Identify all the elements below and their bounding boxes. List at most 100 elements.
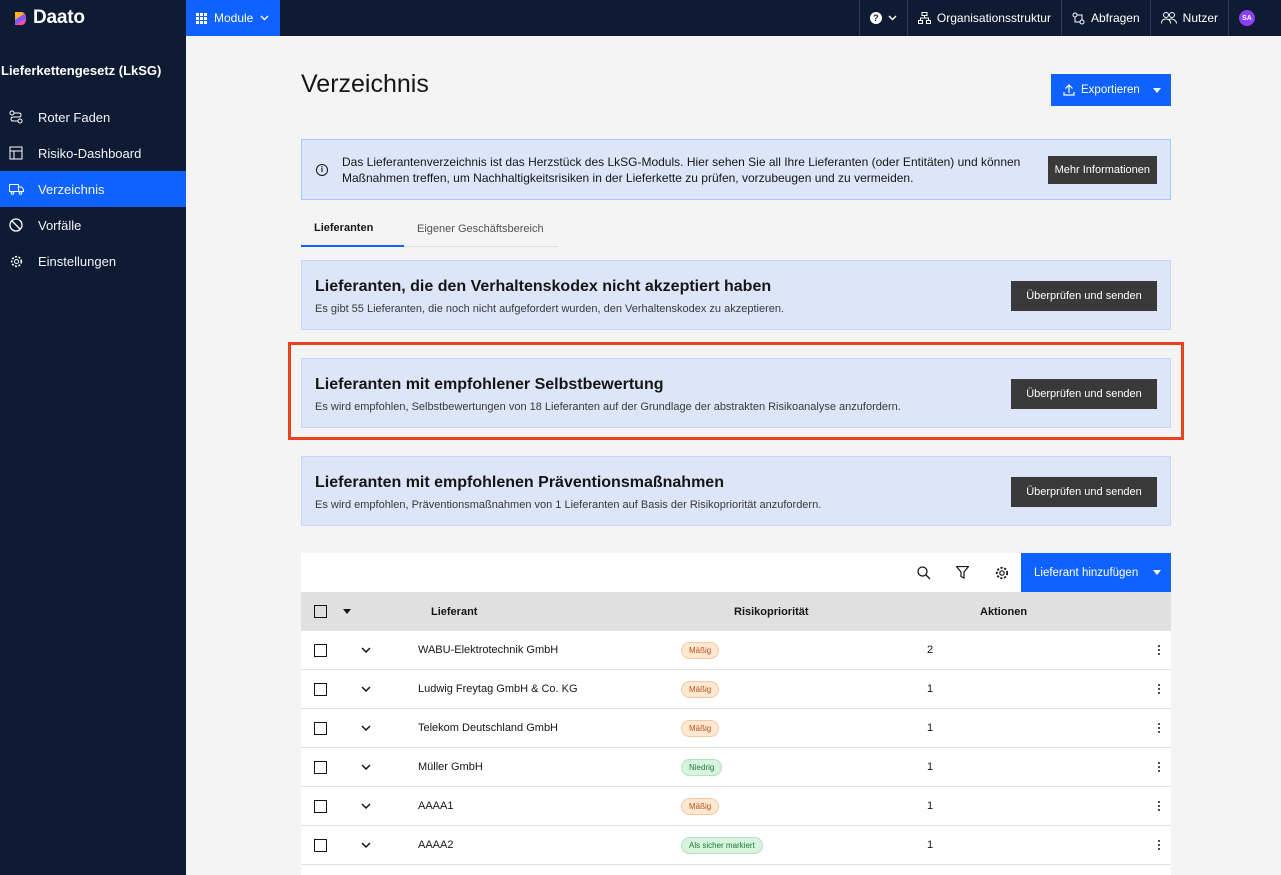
supplier-name[interactable]: Ludwig Freytag GmbH & Co. KG bbox=[392, 683, 681, 695]
sidebar-item-risiko-dashboard[interactable]: Risiko-Dashboard bbox=[0, 135, 186, 171]
card-title: Lieferanten mit empfohlener Selbstbewert… bbox=[315, 376, 664, 393]
dashboard-icon bbox=[8, 145, 24, 161]
sidebar-item-verzeichnis[interactable]: Verzeichnis bbox=[0, 171, 186, 207]
row-expand-toggle[interactable] bbox=[340, 686, 392, 692]
recommendation-card-prevention: Lieferanten mit empfohlenen Präventionsm… bbox=[301, 456, 1171, 526]
users-button[interactable]: Nutzer bbox=[1149, 0, 1228, 36]
row-expand-toggle[interactable] bbox=[340, 842, 392, 848]
supplier-name[interactable]: Müller GmbH bbox=[392, 761, 681, 773]
export-label: Exportieren bbox=[1081, 84, 1140, 96]
sidebar-title: Lieferkettengesetz (LkSG) bbox=[1, 63, 162, 78]
supplier-name[interactable]: AAAA1 bbox=[392, 800, 681, 812]
overflow-menu-icon bbox=[1158, 840, 1160, 850]
review-and-send-button[interactable]: Überprüfen und senden bbox=[1011, 379, 1157, 409]
org-chart-icon bbox=[917, 12, 931, 24]
row-checkbox[interactable] bbox=[314, 838, 327, 852]
info-icon: i bbox=[316, 163, 328, 176]
brand[interactable]: Daato bbox=[0, 0, 186, 36]
column-header-supplier[interactable]: Lieferant bbox=[367, 606, 734, 618]
table-row[interactable]: AAAA2 Als sicher markiert 1 bbox=[301, 826, 1171, 865]
user-avatar-button[interactable]: SA bbox=[1228, 0, 1281, 36]
table-row[interactable]: Ludwig Freytag GmbH & Co. KG Mäßig 1 bbox=[301, 670, 1171, 709]
chevron-down-icon bbox=[888, 15, 897, 21]
recommendation-card-code-of-conduct: Lieferanten, die den Verhaltenskodex nic… bbox=[301, 260, 1171, 330]
table-row[interactable]: Telekom Deutschland GmbH Mäßig 1 bbox=[301, 709, 1171, 748]
review-and-send-button[interactable]: Überprüfen und senden bbox=[1011, 477, 1157, 507]
risk-badge: Als sicher markiert bbox=[681, 836, 763, 854]
org-structure-button[interactable]: Organisationsstruktur bbox=[906, 0, 1061, 36]
sidebar-item-label: Roter Faden bbox=[38, 109, 111, 125]
supplier-table: Lieferant hinzufügen Lieferant Risikopri… bbox=[301, 553, 1171, 875]
requests-button[interactable]: Abfragen bbox=[1060, 0, 1150, 36]
sidebar-item-label: Einstellungen bbox=[38, 253, 117, 269]
upload-icon bbox=[1063, 84, 1075, 96]
actions-count: 2 bbox=[927, 644, 934, 656]
settings-button[interactable] bbox=[982, 553, 1021, 592]
risk-badge: Mäßig bbox=[681, 641, 720, 659]
row-checkbox[interactable] bbox=[314, 760, 327, 774]
row-overflow-menu[interactable] bbox=[1147, 645, 1171, 655]
filter-icon bbox=[956, 566, 969, 579]
search-button[interactable] bbox=[904, 553, 943, 592]
main-content: Verzeichnis Exportieren i Das Lieferante… bbox=[186, 36, 1281, 875]
actions-count: 1 bbox=[927, 683, 934, 695]
tab-lieferanten[interactable]: Lieferanten bbox=[301, 211, 404, 247]
column-header-risk[interactable]: Risikopriorität bbox=[734, 606, 980, 618]
actions-count: 1 bbox=[927, 722, 934, 734]
caret-down-icon bbox=[1153, 87, 1161, 93]
gear-icon bbox=[995, 566, 1008, 579]
row-checkbox[interactable] bbox=[314, 682, 327, 696]
supplier-name[interactable]: Telekom Deutschland GmbH bbox=[392, 722, 681, 734]
chevron-down-icon bbox=[361, 842, 371, 848]
help-menu-button[interactable]: ? bbox=[858, 0, 907, 36]
top-navigation-bar: Daato Module ? Organisationsstruktur Abf… bbox=[0, 0, 1281, 36]
requests-icon bbox=[1072, 12, 1085, 24]
row-overflow-menu[interactable] bbox=[1147, 723, 1171, 733]
select-all-checkbox[interactable] bbox=[314, 605, 327, 618]
row-checkbox[interactable] bbox=[314, 799, 327, 813]
overflow-menu-icon bbox=[1158, 801, 1160, 811]
table-row[interactable]: WABU-Elektrotechnik GmbH Mäßig 2 bbox=[301, 631, 1171, 670]
row-expand-toggle[interactable] bbox=[340, 647, 392, 653]
chevron-down-icon bbox=[260, 15, 269, 21]
sidebar: Lieferkettengesetz (LkSG) Roter Faden Ri… bbox=[0, 36, 186, 875]
module-label: Module bbox=[214, 11, 254, 25]
table-row[interactable]: AAAA1 Mäßig 1 bbox=[301, 787, 1171, 826]
export-button[interactable]: Exportieren bbox=[1051, 74, 1171, 106]
expand-all-toggle[interactable] bbox=[327, 609, 367, 614]
more-information-button[interactable]: Mehr Informationen bbox=[1047, 155, 1157, 184]
truck-icon bbox=[8, 181, 24, 197]
module-switcher-button[interactable]: Module bbox=[186, 0, 281, 36]
row-overflow-menu[interactable] bbox=[1147, 801, 1171, 811]
sidebar-item-vorfaelle[interactable]: Vorfälle bbox=[0, 207, 186, 243]
row-expand-toggle[interactable] bbox=[340, 803, 392, 809]
row-overflow-menu[interactable] bbox=[1147, 684, 1171, 694]
card-subtitle: Es gibt 55 Lieferanten, die noch nicht a… bbox=[315, 303, 785, 315]
supplier-name[interactable]: WABU-Elektrotechnik GmbH bbox=[392, 644, 681, 656]
search-icon bbox=[916, 565, 930, 579]
row-checkbox[interactable] bbox=[314, 643, 327, 657]
row-overflow-menu[interactable] bbox=[1147, 840, 1171, 850]
app-grid-icon bbox=[196, 12, 207, 24]
recommendation-card-self-assessment: Lieferanten mit empfohlener Selbstbewert… bbox=[301, 358, 1171, 428]
add-supplier-button[interactable]: Lieferant hinzufügen bbox=[1021, 553, 1171, 592]
tab-eigener-geschaeftsbereich[interactable]: Eigener Geschäftsbereich bbox=[404, 211, 558, 247]
row-checkbox[interactable] bbox=[314, 721, 327, 735]
route-icon bbox=[8, 109, 24, 125]
avatar: SA bbox=[1239, 10, 1255, 26]
chevron-down-icon bbox=[361, 647, 371, 653]
filter-button[interactable] bbox=[943, 553, 982, 592]
row-expand-toggle[interactable] bbox=[340, 764, 392, 770]
chevron-down-icon bbox=[361, 803, 371, 809]
row-overflow-menu[interactable] bbox=[1147, 762, 1171, 772]
supplier-name[interactable]: AAAA2 bbox=[392, 839, 681, 851]
actions-count: 1 bbox=[927, 761, 934, 773]
sidebar-item-label: Risiko-Dashboard bbox=[38, 145, 142, 161]
table-row[interactable]: Müller GmbH Niedrig 1 bbox=[301, 748, 1171, 787]
sidebar-item-einstellungen[interactable]: Einstellungen bbox=[0, 243, 186, 279]
review-and-send-button[interactable]: Überprüfen und senden bbox=[1011, 281, 1157, 311]
table-header: Lieferant Risikopriorität Aktionen bbox=[301, 592, 1171, 631]
row-expand-toggle[interactable] bbox=[340, 725, 392, 731]
sidebar-item-roter-faden[interactable]: Roter Faden bbox=[0, 99, 186, 135]
risk-badge: Mäßig bbox=[681, 719, 720, 737]
